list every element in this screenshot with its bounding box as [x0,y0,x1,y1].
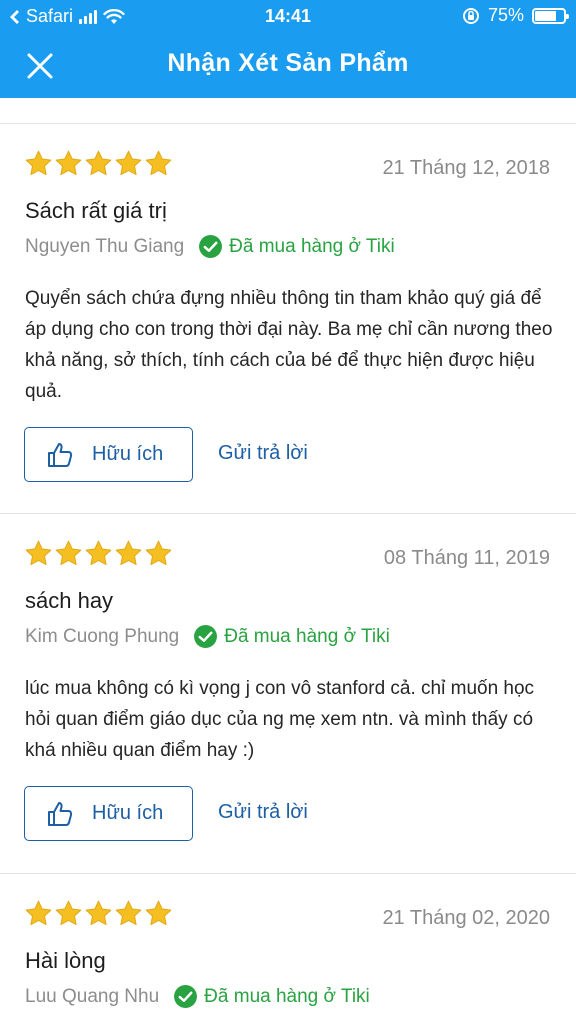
rotation-lock-icon [462,7,479,24]
reviewer-row: Nguyen Thu Giang Đã mua hàng ở Tiki [25,234,395,259]
star-icon [25,900,52,926]
review-date: 21 Tháng 02, 2020 [382,907,550,929]
battery-icon [532,7,569,24]
reply-link[interactable]: Gửi trả lời [218,442,308,465]
helpful-label: Hữu ích [92,443,164,465]
star-icon [85,540,112,566]
review-date: 08 Tháng 11, 2019 [383,547,550,569]
thumbs-up-icon [48,442,73,467]
star-icon [55,150,82,176]
battery-percent: 75% [487,5,524,25]
page-title: Nhận Xét Sản Phẩm [167,49,409,77]
review-body: Quyển sách chứa đựng nhiều thông tin tha… [25,288,553,402]
review-item: 21 Tháng 02, 2020 Hài lòng Luu Quang Nhu… [0,874,576,1024]
divider [0,98,576,124]
star-icon [115,150,142,176]
helpful-label: Hữu ích [92,802,164,824]
verified-check-icon [174,985,198,1008]
status-bar: Safari 14:41 75% [0,0,576,32]
star-icon [85,150,112,176]
reply-link[interactable]: Gửi trả lời [218,801,308,824]
reviewer-name: Luu Quang Nhu [25,985,160,1007]
star-icon [145,540,172,566]
helpful-button[interactable]: Hữu ích [24,786,193,841]
verified-check-icon [194,625,218,648]
star-rating [24,149,173,178]
helpful-button[interactable]: Hữu ích [24,427,193,482]
thumbs-up-icon [48,801,73,826]
star-icon [25,150,52,176]
nav-bar: Nhận Xét Sản Phẩm [0,32,576,98]
star-rating [24,539,173,568]
star-rating [24,899,173,928]
reviewer-row: Luu Quang Nhu Đã mua hàng ở Tiki [25,984,370,1009]
status-right: 75% [462,5,569,26]
status-left: Safari [8,6,125,27]
star-icon [25,540,52,566]
verified-purchase-label: Đã mua hàng ở Tiki [204,985,370,1007]
verified-purchase-label: Đã mua hàng ở Tiki [229,235,395,257]
review-item: 08 Tháng 11, 2019 sách hay Kim Cuong Phu… [0,514,576,874]
review-list: 21 Tháng 12, 2018 Sách rất giá trị Nguye… [0,98,576,1024]
review-title: Sách rất giá trị [25,198,167,223]
star-icon [115,900,142,926]
verified-check-icon [199,235,223,258]
review-item: 21 Tháng 12, 2018 Sách rất giá trị Nguye… [0,124,576,514]
star-icon [55,540,82,566]
verified-purchase-label: Đã mua hàng ở Tiki [224,625,390,647]
star-icon [85,900,112,926]
review-body: lúc mua không có kì vọng j con vô stanfo… [25,678,535,761]
star-icon [55,900,82,926]
back-arrow-icon [10,9,19,24]
reviewer-name: Kim Cuong Phung [25,625,180,647]
reviewer-row: Kim Cuong Phung Đã mua hàng ở Tiki [25,624,390,649]
signal-icon [79,9,98,24]
battery-fill [535,10,556,21]
star-icon [145,900,172,926]
reviewer-name: Nguyen Thu Giang [25,235,185,257]
star-icon [145,150,172,176]
review-title: Hài lòng [25,948,106,973]
wifi-icon [103,8,125,24]
review-title: sách hay [25,588,114,613]
status-carrier: Safari [26,6,74,26]
star-icon [115,540,142,566]
review-date: 21 Tháng 12, 2018 [382,157,550,179]
